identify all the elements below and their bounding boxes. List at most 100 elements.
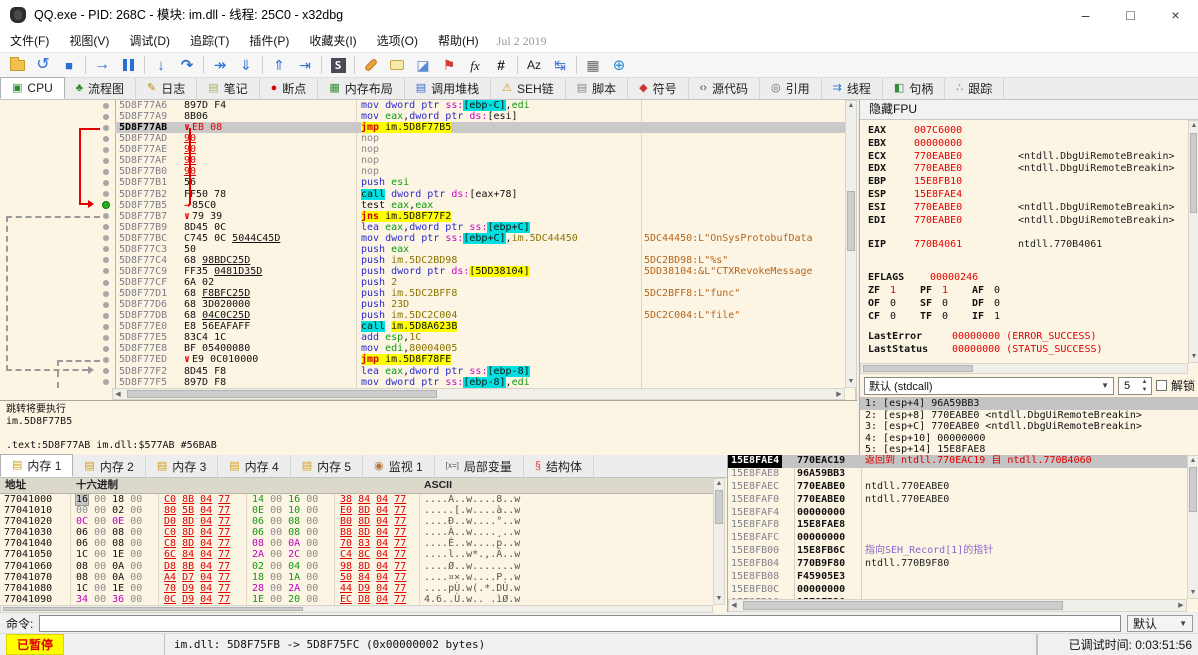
disasm-row[interactable]: 5D8F77A9 8B06 mov eax,dword ptr ds:[esi] <box>0 111 845 122</box>
disasm-row[interactable]: 5D8F77E5 83C4 1C add esp,1C <box>0 332 845 343</box>
close-button[interactable]: × <box>1153 0 1198 30</box>
argument-row[interactable]: 3: [esp+C] 770EABE0 <ntdll.DbgUiRemoteBr… <box>860 421 1198 433</box>
disasm-row[interactable]: 5D8F77C9 FF35 0481D35D push dword ptr ds:[… <box>0 265 845 277</box>
pause-button[interactable] <box>115 54 141 76</box>
open-file-button[interactable] <box>4 54 30 76</box>
tab-dump-2[interactable]: ▤ 内存 2 <box>73 455 146 477</box>
memory-row[interactable]: 77041070 08 00 0A 00 A4 D7 04 77 18 00 1A 0… <box>0 572 713 583</box>
disasm-vscrollbar[interactable]: ▲ ▼ <box>845 100 857 388</box>
registers-vscrollbar[interactable]: ▲ ▼ <box>1188 120 1198 363</box>
breakpoint-dot[interactable] <box>103 257 109 264</box>
stack-row[interactable]: 15E8FAFC 00000000 <box>728 532 1188 545</box>
breakpoint-dot[interactable] <box>103 356 109 363</box>
memory-row[interactable]: 77041050 1C 00 1E 00 6C 84 04 77 2A 00 2C 0… <box>0 549 713 560</box>
disasm-row[interactable]: 5D8F77C4 68 98BDC25D push im.5DC2BD98 5DC2B… <box>0 255 845 266</box>
step-into-button[interactable]: ↓ <box>148 54 174 76</box>
disasm-row[interactable]: 5D8F77B1 56 push esi <box>0 177 845 188</box>
flags-row[interactable]: OF 0 SF 0 DF 0 <box>868 298 1189 311</box>
tab-dump-4[interactable]: ▤ 内存 4 <box>218 455 291 477</box>
disasm-row[interactable]: 5D8F77AD 90 nop <box>0 133 845 144</box>
memory-row[interactable]: 77041010 00 00 02 00 80 5B 04 77 0E 00 10 0… <box>0 505 713 516</box>
run-button[interactable]: → <box>89 54 115 76</box>
disasm-row[interactable]: 5D8F77F5 897D F8 mov dword ptr ss:[ebp-8],… <box>0 376 845 388</box>
breakpoint-dot-enabled[interactable] <box>102 201 110 210</box>
stack-row[interactable]: 15E8FB00 15E8FB6C 指向SEH_Record[1]的指针 <box>728 545 1188 558</box>
breakpoint-dot[interactable] <box>103 246 109 253</box>
disasm-row[interactable]: 5D8F77BC C745 0C 5044C45D mov dword ptr ss… <box>0 232 845 244</box>
register-row[interactable]: EAX 007C6000 <box>868 125 1189 138</box>
breakpoint-dot[interactable] <box>103 379 109 386</box>
breakpoint-dot[interactable] <box>103 268 109 275</box>
register-row[interactable]: EDX 770EABE0 <ntdll.DbgUiRemoteBreakin> <box>868 163 1189 176</box>
memory-hscrollbar[interactable] <box>0 605 713 613</box>
disasm-row[interactable]: 5D8F77B5 → 85C0 test eax,eax <box>0 200 845 211</box>
menu-item[interactable]: 追踪(T) <box>180 30 239 52</box>
memory-row[interactable]: 77041060 08 00 0A 00 D8 8B 04 77 02 00 04 0… <box>0 561 713 572</box>
calculator-button[interactable]: ▦ <box>580 54 606 76</box>
breakpoint-dot[interactable] <box>103 102 109 109</box>
register-row[interactable]: ESI 770EABE0 <ntdll.DbgUiRemoteBreakin> <box>868 202 1189 215</box>
register-row[interactable]: EIP 770B4061 ntdll.770B4061 <box>868 239 1189 252</box>
argument-row[interactable]: 2: [esp+8] 770EABE0 <ntdll.DbgUiRemoteBr… <box>860 410 1198 422</box>
argument-row[interactable]: 1: [esp+4] 96A59BB3 <box>860 398 1198 410</box>
tab-seh[interactable]: ⚠ SEH链 <box>491 78 566 99</box>
memory-row[interactable]: 77041080 1C 00 1E 00 70 D9 04 77 28 00 2A 0… <box>0 583 713 594</box>
menu-item[interactable]: 文件(F) <box>0 30 59 52</box>
argument-count-stepper[interactable]: 5 ▲ ▼ <box>1117 376 1152 395</box>
run-to-user-code-button[interactable]: ⇥ <box>292 54 318 76</box>
hide-fpu-button[interactable]: 隐藏FPU <box>860 100 1198 120</box>
disasm-row[interactable]: 5D8F77DB 68 04C0C25D push im.5DC2C004 5DC2C… <box>0 310 845 321</box>
disasm-hscrollbar[interactable]: ◀ ▶ <box>112 388 845 400</box>
register-row[interactable]: ESP 15E8FAE4 <box>868 189 1189 202</box>
stack-row[interactable]: 15E8FAE8 96A59BB3 <box>728 468 1188 481</box>
breakpoint-dot[interactable] <box>103 146 109 153</box>
trace-into-button[interactable]: ↠ <box>207 54 233 76</box>
tab-watch-1[interactable]: ◉ 监视 1 <box>363 455 435 477</box>
tab-symbols[interactable]: ◆ 符号 <box>628 78 689 99</box>
memory-row[interactable]: 77041040 06 00 08 00 C8 8D 04 77 08 00 0A 0… <box>0 538 713 549</box>
stepper-arrows-icon[interactable]: ▲ ▼ <box>1139 378 1150 394</box>
breakpoint-dot[interactable] <box>103 312 109 319</box>
tab-trace[interactable]: ∴ 跟踪 <box>945 78 1005 99</box>
breakpoint-dot[interactable] <box>103 135 109 142</box>
disasm-row[interactable]: 5D8F77AE 90 nop <box>0 144 845 155</box>
lasterror-row[interactable]: LastError 00000000 (ERROR_SUCCESS) <box>868 331 1189 344</box>
stop-button[interactable]: ■ <box>56 54 82 76</box>
registers-hscrollbar[interactable] <box>860 363 1188 374</box>
disasm-row[interactable]: 5D8F77B0 90 nop <box>0 166 845 177</box>
tab-dump-3[interactable]: ▤ 内存 3 <box>146 455 219 477</box>
stack-row[interactable]: 15E8FAEC 770EABE0 ntdll.770EABE0 <box>728 481 1188 494</box>
register-row[interactable]: EBP 15E8FB10 <box>868 176 1189 189</box>
disasm-row[interactable]: 5D8F77A6 897D F4 mov dword ptr ss:[ebp-C],… <box>0 100 845 111</box>
tab-cpu[interactable]: ▣ CPU <box>0 77 65 99</box>
flags-row[interactable]: CF 0 TF 0 IF 1 <box>868 311 1189 324</box>
memory-vscrollbar[interactable]: ▲ ▼ <box>713 478 725 605</box>
breakpoint-dot[interactable] <box>103 113 109 120</box>
disasm-row[interactable]: 5D8F77F2 8D45 F8 lea eax,dword ptr ss:[ebp… <box>0 365 845 377</box>
flags-row[interactable]: ZF 1 PF 1 AF 0 <box>868 285 1189 298</box>
menu-item[interactable]: 插件(P) <box>239 30 299 52</box>
tab-notes[interactable]: ▤ 笔记 <box>197 78 260 99</box>
breakpoint-dot[interactable] <box>103 213 109 220</box>
restart-button[interactable]: ↺ <box>30 54 56 76</box>
stack-hscrollbar[interactable]: ◀ ▶ <box>728 599 1187 612</box>
stack-vscrollbar[interactable]: ▲ ▼ <box>1187 455 1198 599</box>
disasm-row[interactable]: 5D8F77B7 ∨ 79 39 jns im.5D8F77F2 <box>0 210 845 222</box>
memory-row[interactable]: 77041020 0C 00 0E 00 D0 8D 04 77 06 00 08 0… <box>0 516 713 527</box>
disasm-row[interactable]: 5D8F77E8 BF 05400080 mov edi,80004005 <box>0 343 845 354</box>
stack-row[interactable]: 15E8FAF0 770EABE0 ntdll.770EABE0 <box>728 494 1188 507</box>
disasm-row[interactable]: 5D8F77AF 90 nop <box>0 155 845 166</box>
step-over-button[interactable]: ↷ <box>174 54 200 76</box>
command-input[interactable] <box>39 614 1121 632</box>
tab-dump-1[interactable]: ▤ 内存 1 <box>0 454 74 477</box>
breakpoint-dot[interactable] <box>103 235 109 242</box>
update-check-button[interactable]: ⊕ <box>606 54 632 76</box>
stack-row[interactable]: 15E8FB04 770B9F80 ntdll.770B9F80 <box>728 558 1188 571</box>
disasm-row[interactable]: 5D8F77B2 FF50 78 call dword ptr ds:[eax+78… <box>0 188 845 200</box>
scylla-button[interactable]: S <box>325 54 351 76</box>
tab-script[interactable]: ▤ 脚本 <box>566 78 629 99</box>
tab-locals[interactable]: [x=] 局部变量 <box>435 455 524 477</box>
disasm-row[interactable]: 5D8F77D1 68 F8BFC25D push im.5DC2BFF8 5DC2B… <box>0 288 845 299</box>
disasm-row[interactable]: 5D8F77E0 E8 56EAFAFF call im.5D8A623B <box>0 321 845 333</box>
stack-row[interactable]: 15E8FB0C 00000000 <box>728 584 1188 597</box>
